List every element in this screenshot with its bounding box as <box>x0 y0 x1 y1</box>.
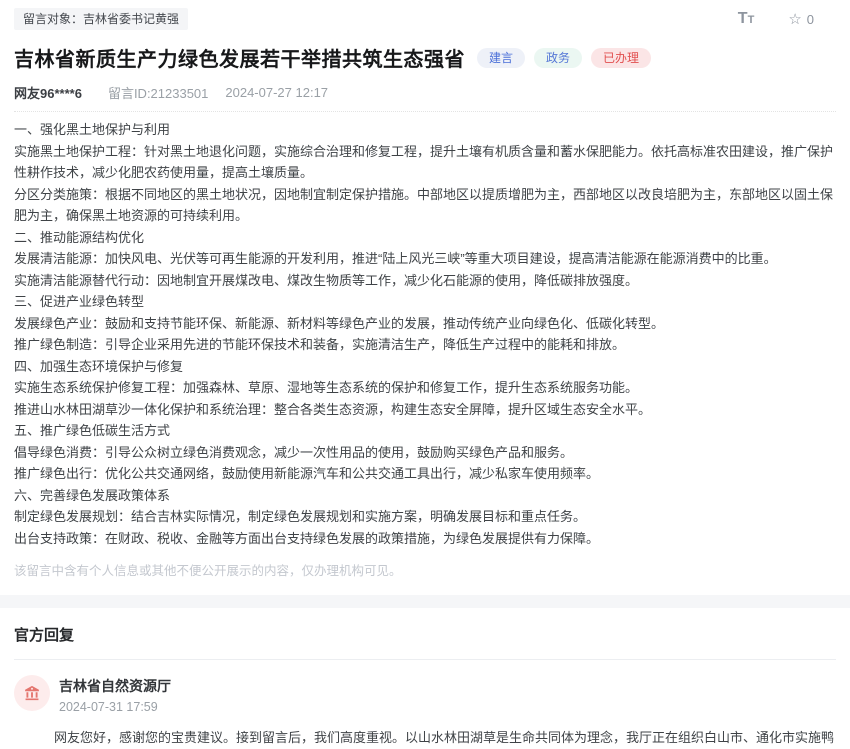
topbar-actions: TT ☆ 0 <box>738 6 836 28</box>
post-paragraph: 三、促进产业绿色转型 <box>14 291 836 313</box>
font-size-icon[interactable]: TT <box>738 10 755 28</box>
privacy-note: 该留言中含有个人信息或其他不便公开展示的内容，仅办理机构可见。 <box>14 560 836 595</box>
post-paragraph: 实施生态系统保护修复工程：加强森林、草原、湿地等生态系统的保护和修复工作，提升生… <box>14 377 836 399</box>
tag-pill[interactable]: 建言 <box>477 48 525 68</box>
official-reply-section: 官方回复 吉林省自然资源厅 2024-07-31 17:59 网友您好，感谢您的… <box>0 608 850 749</box>
post-paragraph: 倡导绿色消费：引导公众树立绿色消费观念，减少一次性用品的使用，鼓励购买绿色产品和… <box>14 442 836 464</box>
post-paragraph: 制定绿色发展规划：结合吉林实际情况，制定绿色发展规划和实施方案，明确发展目标和重… <box>14 506 836 528</box>
post-paragraph: 出台支持政策：在财政、税收、金融等方面出台支持绿色发展的政策措施，为绿色发展提供… <box>14 528 836 550</box>
reply-body: 网友您好，感谢您的宝贵建议。接到留言后，我们高度重视。以山水林田湖草是生命共同体… <box>28 724 836 749</box>
author-name: 网友96****6 <box>14 83 82 102</box>
official-reply-heading: 官方回复 <box>14 624 836 645</box>
tag-list: 建言 政务 已办理 <box>477 48 651 68</box>
government-building-icon <box>23 684 41 702</box>
message-detail-page: 留言对象：吉林省委书记黄强 TT ☆ 0 吉林省新质生产力绿色发展若干举措共筑生… <box>0 0 850 749</box>
star-icon: ☆ <box>788 12 801 27</box>
post-paragraph: 六、完善绿色发展政策体系 <box>14 485 836 507</box>
post-paragraph: 推进山水林田湖草沙一体化保护和系统治理：整合各类生态资源，构建生态安全屏障，提升… <box>14 399 836 421</box>
tag-pill[interactable]: 已办理 <box>591 48 651 68</box>
reply-divider <box>14 659 836 660</box>
post-paragraph: 实施黑土地保护工程：针对黑土地退化问题，实施综合治理和修复工程，提升土壤有机质含… <box>14 141 836 184</box>
post-date: 2024-07-27 12:17 <box>225 85 328 100</box>
title-row: 吉林省新质生产力绿色发展若干举措共筑生态强省 建言 政务 已办理 <box>14 43 836 72</box>
reply-item: 吉林省自然资源厅 2024-07-31 17:59 网友您好，感谢您的宝贵建议。… <box>14 675 836 749</box>
post-paragraph: 发展绿色产业：鼓励和支持节能环保、新能源、新材料等绿色产业的发展，推动传统产业向… <box>14 313 836 335</box>
reply-head-text: 吉林省自然资源厅 2024-07-31 17:59 <box>59 675 171 714</box>
post-paragraph: 一、强化黑土地保护与利用 <box>14 119 836 141</box>
post-paragraph: 推广绿色出行：优化公共交通网络，鼓励使用新能源汽车和公共交通工具出行，减少私家车… <box>14 463 836 485</box>
post-paragraph: 四、加强生态环境保护与修复 <box>14 356 836 378</box>
post-paragraph: 五、推广绿色低碳生活方式 <box>14 420 836 442</box>
post-paragraph: 二、推动能源结构优化 <box>14 227 836 249</box>
reply-header: 吉林省自然资源厅 2024-07-31 17:59 <box>14 675 836 714</box>
post-body: 一、强化黑土地保护与利用 实施黑土地保护工程：针对黑土地退化问题，实施综合治理和… <box>14 112 836 549</box>
star-count: 0 <box>807 12 814 27</box>
post-meta: 网友96****6 留言ID:21233501 2024-07-27 12:17 <box>14 83 836 102</box>
post-paragraph: 发展清洁能源：加快风电、光伏等可再生能源的开发利用，推进“陆上风光三峡”等重大项… <box>14 248 836 270</box>
topbar: 留言对象：吉林省委书记黄强 TT ☆ 0 <box>14 6 836 30</box>
reply-date: 2024-07-31 17:59 <box>59 700 171 714</box>
message-target-badge: 留言对象：吉林省委书记黄强 <box>14 8 188 30</box>
message-id: 留言ID:21233501 <box>108 83 208 102</box>
star-favorite-button[interactable]: ☆ 0 <box>788 12 814 27</box>
post-section: 留言对象：吉林省委书记黄强 TT ☆ 0 吉林省新质生产力绿色发展若干举措共筑生… <box>0 0 850 595</box>
tag-pill[interactable]: 政务 <box>534 48 582 68</box>
avatar <box>14 675 50 711</box>
post-paragraph: 分区分类施策：根据不同地区的黑土地状况，因地制宜制定保护措施。中部地区以提质增肥… <box>14 184 836 227</box>
post-paragraph: 实施清洁能源替代行动：因地制宜开展煤改电、煤改生物质等工作，减少化石能源的使用，… <box>14 270 836 292</box>
section-divider-band <box>0 595 850 608</box>
post-paragraph: 推广绿色制造：引导企业采用先进的节能环保技术和装备，实施清洁生产，降低生产过程中… <box>14 334 836 356</box>
reply-agency-name: 吉林省自然资源厅 <box>59 676 171 696</box>
page-title: 吉林省新质生产力绿色发展若干举措共筑生态强省 <box>14 43 465 72</box>
